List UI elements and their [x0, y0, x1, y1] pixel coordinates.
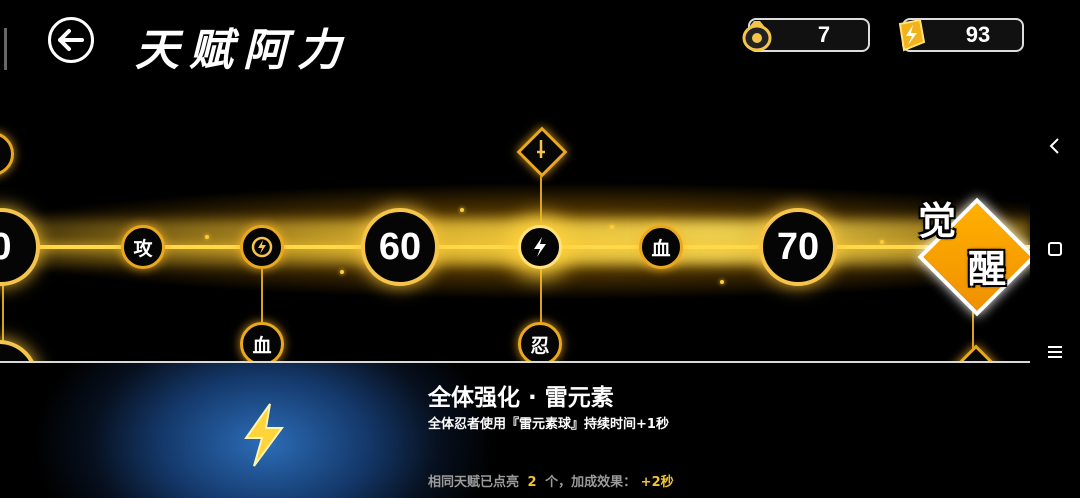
- spark: [460, 208, 464, 212]
- milestone-60[interactable]: 60: [361, 208, 439, 286]
- talent-description: 全体忍者使用『雷元素球』持续时间+1秒: [428, 417, 669, 432]
- chevron-left-icon: [1049, 138, 1059, 154]
- sword-icon: [537, 140, 545, 158]
- milestone-label: 70: [776, 225, 820, 268]
- node-label: 血: [651, 237, 671, 260]
- talent-path: 0 攻 血 60 忍 血 70 觉 醒: [0, 90, 1030, 362]
- talent-node-ninja[interactable]: 忍: [518, 322, 562, 362]
- page-title: 天赋阿力: [135, 25, 351, 76]
- talent-node-lightning-ring[interactable]: [240, 225, 284, 269]
- talent-name: 全体强化 · 雷元素: [428, 385, 614, 411]
- talent-node-diamond-lower[interactable]: [950, 344, 1002, 362]
- system-nav-bar: [1030, 0, 1080, 498]
- stat-prefix: 相同天赋已点亮: [428, 475, 520, 490]
- talent-node-offscreen-bottom[interactable]: [0, 340, 38, 362]
- left-edge-bar: [4, 28, 7, 70]
- milestone-70[interactable]: 70: [759, 208, 837, 286]
- lightning-ring-icon: [251, 236, 273, 258]
- coin-value: 7: [817, 22, 831, 47]
- coin-bag-icon: [742, 21, 772, 52]
- talent-node-attack[interactable]: 攻: [121, 225, 165, 269]
- milestone-label: 0: [0, 225, 12, 268]
- nav-home-button[interactable]: [1030, 229, 1080, 269]
- back-arrow-icon: [58, 29, 84, 51]
- lightning-icon: [244, 403, 284, 467]
- spark: [880, 240, 884, 244]
- nav-menu-button[interactable]: [1030, 332, 1080, 372]
- talent-node-offscreen-top[interactable]: [0, 132, 14, 176]
- spark: [610, 225, 614, 229]
- stat-middle: 个，加成效果：: [545, 475, 637, 490]
- talent-node-blood-right[interactable]: 血: [639, 225, 683, 269]
- menu-icon: [1048, 346, 1062, 358]
- coin-counter: 7: [742, 18, 870, 52]
- spark: [340, 270, 344, 274]
- square-icon: [1048, 242, 1062, 256]
- talent-node-blood-lower[interactable]: 血: [240, 322, 284, 362]
- talent-bonus-stat: 相同天赋已点亮 2 个，加成效果： +2秒: [428, 471, 674, 490]
- stat-value: +2秒: [640, 475, 674, 490]
- energy-counter: 93: [898, 18, 1024, 52]
- lightning-icon: [534, 237, 546, 257]
- talent-node-lightning-selected[interactable]: [518, 225, 562, 269]
- node-label: 攻: [133, 237, 153, 260]
- spark: [205, 235, 209, 239]
- energy-value: 93: [965, 22, 991, 47]
- milestone-label: 60: [378, 225, 422, 268]
- awaken-label-1: 觉: [918, 198, 957, 243]
- node-label: 血: [252, 334, 272, 357]
- back-button[interactable]: [48, 17, 94, 63]
- nav-back-button[interactable]: [1030, 126, 1080, 166]
- awaken-label-2: 醒: [968, 246, 1007, 291]
- stat-count: 2: [527, 475, 537, 490]
- spark: [720, 280, 724, 284]
- node-label: 忍: [530, 334, 550, 357]
- lightning-crystal-icon: [898, 18, 926, 52]
